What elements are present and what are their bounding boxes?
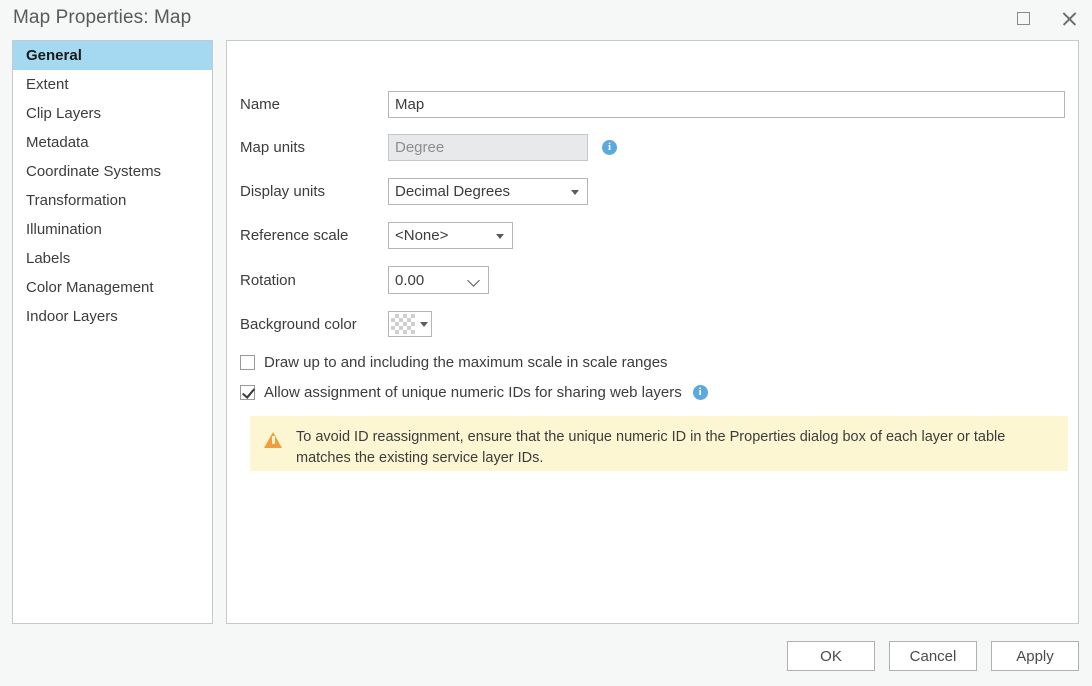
sidebar-item-indoor-layers[interactable]: Indoor Layers: [13, 302, 212, 331]
map-properties-dialog: Map Properties: Map General Extent Clip …: [0, 0, 1092, 686]
sidebar-item-color-management[interactable]: Color Management: [13, 273, 212, 302]
sidebar-item-label: Coordinate Systems: [26, 163, 161, 180]
background-color-label: Background color: [240, 316, 388, 333]
sidebar-item-label: Color Management: [26, 279, 154, 296]
sidebar-item-label: Labels: [26, 250, 70, 267]
unique-ids-checkbox-row[interactable]: Allow assignment of unique numeric IDs f…: [240, 384, 708, 401]
sidebar-item-label: Illumination: [26, 221, 102, 238]
map-units-input: [388, 134, 588, 161]
info-icon[interactable]: i: [693, 385, 708, 400]
sidebar-item-transformation[interactable]: Transformation: [13, 186, 212, 215]
unique-ids-checkbox[interactable]: [240, 385, 255, 400]
rotation-label: Rotation: [240, 272, 388, 289]
draw-max-scale-label: Draw up to and including the maximum sca…: [264, 354, 668, 371]
chevron-down-icon: [571, 190, 579, 195]
ok-button[interactable]: OK: [787, 641, 875, 671]
title-bar: Map Properties: Map: [0, 0, 1092, 36]
map-units-label: Map units: [240, 139, 388, 156]
display-units-row: Display units Decimal Degrees: [240, 178, 588, 205]
maximize-button[interactable]: [1000, 0, 1046, 36]
display-units-combo[interactable]: Decimal Degrees: [388, 178, 588, 205]
sidebar-item-label: Transformation: [26, 192, 126, 209]
info-icon[interactable]: i: [602, 140, 617, 155]
sidebar-item-illumination[interactable]: Illumination: [13, 215, 212, 244]
sidebar-item-label: Indoor Layers: [26, 308, 118, 325]
name-label: Name: [240, 96, 388, 113]
sidebar-item-extent[interactable]: Extent: [13, 70, 212, 99]
chevron-down-icon: [496, 234, 504, 239]
reference-scale-label: Reference scale: [240, 227, 388, 244]
sidebar-item-labels[interactable]: Labels: [13, 244, 212, 273]
cancel-button[interactable]: Cancel: [889, 641, 977, 671]
maximize-icon: [1017, 12, 1030, 25]
draw-max-scale-checkbox-row[interactable]: Draw up to and including the maximum sca…: [240, 354, 668, 371]
unique-ids-label: Allow assignment of unique numeric IDs f…: [264, 384, 682, 401]
reference-scale-row: Reference scale <None>: [240, 222, 513, 249]
sidebar-nav: General Extent Clip Layers Metadata Coor…: [12, 40, 213, 624]
chevron-down-icon: [420, 322, 428, 327]
sidebar-item-clip-layers[interactable]: Clip Layers: [13, 99, 212, 128]
rotation-value: 0.00: [395, 272, 424, 289]
display-units-label: Display units: [240, 183, 388, 200]
dialog-footer: OK Cancel Apply: [0, 626, 1092, 686]
window-controls: [1000, 0, 1092, 36]
dialog-body: General Extent Clip Layers Metadata Coor…: [0, 36, 1092, 686]
apply-button[interactable]: Apply: [991, 641, 1079, 671]
display-units-value: Decimal Degrees: [395, 183, 510, 200]
dialog-title: Map Properties: Map: [0, 7, 191, 29]
sidebar-item-label: Metadata: [26, 134, 89, 151]
rotation-row: Rotation 0.00: [240, 266, 489, 294]
map-units-row: Map units i: [240, 134, 617, 161]
warning-message-text: To avoid ID reassignment, ensure that th…: [296, 427, 1036, 469]
name-input[interactable]: [388, 91, 1065, 118]
rotation-combo[interactable]: 0.00: [388, 266, 489, 294]
sidebar-item-label: Clip Layers: [26, 105, 101, 122]
warning-triangle-icon: [264, 432, 282, 448]
sidebar-item-label: Extent: [26, 76, 69, 93]
reference-scale-value: <None>: [395, 227, 448, 244]
sidebar-item-metadata[interactable]: Metadata: [13, 128, 212, 157]
general-settings-panel: Name Map units i Display units Decimal D…: [226, 40, 1079, 624]
sidebar-item-general[interactable]: General: [13, 41, 212, 70]
color-swatch-icon: [391, 314, 415, 334]
close-icon: [1061, 10, 1078, 27]
close-button[interactable]: [1046, 0, 1092, 36]
warning-message-box: To avoid ID reassignment, ensure that th…: [250, 416, 1068, 471]
sidebar-item-coordinate-systems[interactable]: Coordinate Systems: [13, 157, 212, 186]
name-row: Name: [240, 91, 1065, 118]
reference-scale-combo[interactable]: <None>: [388, 222, 513, 249]
draw-max-scale-checkbox[interactable]: [240, 355, 255, 370]
background-color-picker[interactable]: [388, 311, 432, 337]
background-color-row: Background color: [240, 311, 432, 337]
sidebar-item-label: General: [26, 47, 82, 64]
chevron-down-icon: [467, 274, 480, 287]
